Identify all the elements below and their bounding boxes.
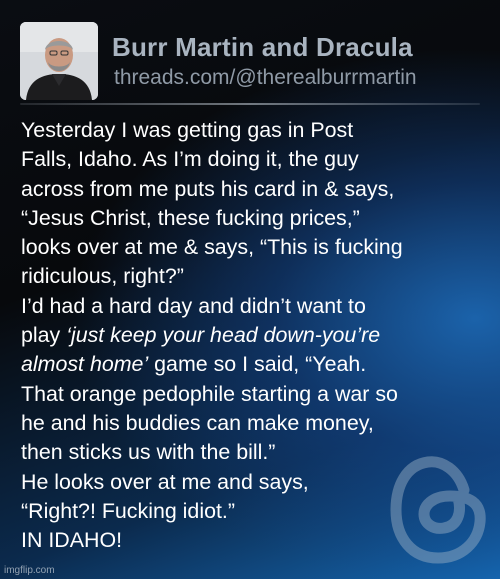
post-line: Yesterday I was getting gas in Post [21, 118, 354, 142]
post-italic-text: almost home’ [21, 352, 149, 377]
post-line: looks over at me & says, “This is fuckin… [21, 235, 403, 260]
post-text: game so I said, “Yeah. [148, 352, 367, 377]
post-header: Burr Martin and Dracula threads.com/@the… [20, 22, 480, 102]
post-line: “Jesus Christ, these fucking prices,” [21, 205, 360, 230]
post-italic-text: ‘just keep your head down-you’re [66, 323, 381, 348]
profile-photo [20, 22, 98, 100]
author-name[interactable]: Burr Martin and Dracula [112, 32, 413, 63]
post-line-mixed: play ‘just keep your head down-you’re [21, 321, 491, 350]
imgflip-watermark: imgflip.com [4, 565, 55, 576]
post-card: Burr Martin and Dracula threads.com/@the… [0, 0, 500, 579]
threads-logo-icon [388, 450, 492, 568]
post-line: I’d had a hard day and didn’t want to [21, 293, 366, 318]
author-handle[interactable]: threads.com/@therealburrmartin [114, 66, 417, 90]
post-line: across from me puts his card in & says, [21, 176, 395, 201]
avatar[interactable] [20, 22, 98, 100]
header-divider [20, 103, 480, 105]
post-line: Falls, Idaho. As I’m doing it, the guy [21, 147, 359, 172]
post-line-mixed: almost home’ game so I said, “Yeah. [21, 350, 491, 379]
post-text: play [21, 323, 67, 348]
post-line: he and his buddies can make money, [21, 410, 374, 435]
post-line: That orange pedophile starting a war so [21, 381, 398, 406]
post-line: ridiculous, right?” [21, 264, 184, 289]
